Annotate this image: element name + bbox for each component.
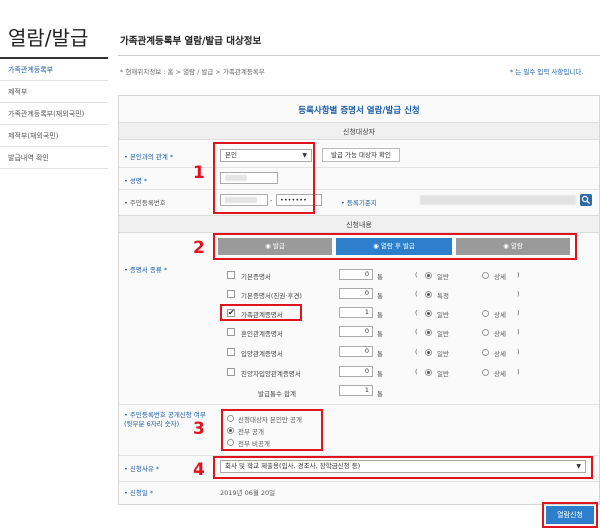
- opt-detail: 상세: [494, 273, 506, 281]
- opt-general: 일반: [437, 370, 449, 378]
- sidebar-item-family-register-overseas[interactable]: 가족관계등록부(재외국민): [0, 103, 108, 125]
- unit: 통: [377, 330, 383, 338]
- date-label: • 신청일 *: [124, 489, 154, 497]
- cert-name: 친양자입양관계증명서: [241, 370, 301, 378]
- radio-detail[interactable]: [482, 349, 489, 356]
- cert-row: 기본증명서(친권·후견) 0 통 ( 특정 ): [227, 288, 597, 302]
- cert-row: 친양자입양관계증명서 0 통 ( 일반 상세 ): [227, 366, 597, 380]
- highlight-box-1: [213, 142, 315, 214]
- unit: 통: [377, 292, 383, 300]
- checkbox[interactable]: [227, 290, 235, 298]
- search-icon[interactable]: [580, 194, 592, 206]
- unit: 통: [377, 311, 383, 319]
- count-field[interactable]: 0: [339, 288, 373, 299]
- marker-2: 2: [193, 238, 205, 258]
- marker-4: 4: [193, 460, 205, 480]
- radio-detail[interactable]: [482, 310, 489, 317]
- cert-row: 기본증명서 0 통 ( 일반 상세 ): [227, 269, 597, 283]
- unit: 통: [377, 273, 383, 281]
- highlight-box-3: [221, 409, 323, 451]
- opt-general: 일반: [437, 311, 449, 319]
- total-unit: 통: [377, 390, 383, 398]
- count-field[interactable]: 1: [339, 307, 373, 318]
- section-content-header: 신청내용: [119, 215, 599, 233]
- row-divider: [119, 189, 599, 190]
- unit: 통: [377, 370, 383, 378]
- required-note: * 는 필수 입력 사항입니다.: [510, 68, 584, 76]
- page-title: 가족관계등록부 열람/발급 대상정보: [120, 36, 262, 47]
- total-field: 1: [339, 385, 373, 396]
- cert-row: 입양관계증명서 0 통 ( 일반 상세 ): [227, 346, 597, 360]
- relation-label: • 본인과의 관계 *: [124, 153, 174, 161]
- cert-name: 기본증명서: [241, 273, 271, 281]
- count-field[interactable]: 0: [339, 366, 373, 377]
- check-target-button[interactable]: 발급 가능 대상자 확인: [322, 148, 400, 162]
- cert-name: 기본증명서(친권·후견): [241, 292, 302, 300]
- radio-detail[interactable]: [482, 272, 489, 279]
- opt-detail: 상세: [494, 311, 506, 319]
- form-title: 등록사항별 증명서 열람/발급 신청: [298, 106, 420, 116]
- reg-base-label: • 등록기준지: [341, 199, 377, 207]
- opt-detail: 상세: [494, 370, 506, 378]
- checkbox[interactable]: [227, 368, 235, 376]
- radio-detail[interactable]: [482, 369, 489, 376]
- count-field[interactable]: 0: [339, 346, 373, 357]
- sidebar-title: 열람/발급: [8, 26, 89, 50]
- checkbox[interactable]: [227, 271, 235, 279]
- redacted-reg-base: [420, 195, 576, 205]
- row-divider: [119, 404, 599, 405]
- highlight-box-cert: [220, 304, 302, 321]
- highlight-box-submit: [542, 502, 598, 528]
- sidebar-item-removed-register-overseas[interactable]: 제적부(재외국민): [0, 125, 108, 147]
- radio-general[interactable]: [425, 310, 432, 317]
- opt-general: 일반: [437, 273, 449, 281]
- highlight-box-4: [213, 456, 593, 479]
- opt-detail: 상세: [494, 330, 506, 338]
- reason-label: • 신청사유 *: [124, 465, 160, 473]
- highlight-box-2: [213, 233, 577, 260]
- rrn-label: • 주민등록번호: [124, 199, 166, 207]
- marker-3: 3: [193, 419, 205, 439]
- header-divider: [118, 55, 600, 56]
- radio-general[interactable]: [425, 272, 432, 279]
- unit: 통: [377, 350, 383, 358]
- date-value: 2019년 06월 20일: [220, 489, 276, 497]
- radio-general[interactable]: [425, 349, 432, 356]
- marker-1: 1: [193, 163, 205, 183]
- sidebar-item-removed-register[interactable]: 제적부: [0, 81, 108, 103]
- total-label: 발급통수 합계: [258, 390, 296, 398]
- name-label: • 성명 *: [124, 177, 148, 185]
- section-target-header: 신청대상자: [119, 122, 599, 140]
- cert-type-label: • 증명서 종류 *: [124, 266, 168, 274]
- opt-specific: 특정: [437, 292, 449, 300]
- opt-general: 일반: [437, 330, 449, 338]
- cert-name: 혼인관계증명서: [241, 330, 283, 338]
- checkbox[interactable]: [227, 348, 235, 356]
- radio-general[interactable]: [425, 369, 432, 376]
- count-field[interactable]: 0: [339, 326, 373, 337]
- count-field[interactable]: 0: [339, 269, 373, 280]
- radio-specific[interactable]: [425, 291, 432, 298]
- radio-general[interactable]: [425, 329, 432, 336]
- cert-row: 혼인관계증명서 0 통 ( 일반 상세 ): [227, 326, 597, 340]
- sidebar-item-family-register[interactable]: 가족관계등록부: [0, 59, 108, 81]
- row-divider: [119, 481, 599, 482]
- cert-name: 입양관계증명서: [241, 350, 283, 358]
- radio-detail[interactable]: [482, 329, 489, 336]
- breadcrumb: * 현재위치정보 : 홈 > 열람 / 발급 > 가족관계등록부: [120, 68, 265, 76]
- row-divider: [119, 167, 599, 168]
- opt-general: 일반: [437, 350, 449, 358]
- sidebar-item-issue-history[interactable]: 발급내역 확인: [0, 147, 108, 169]
- checkbox[interactable]: [227, 328, 235, 336]
- opt-detail: 상세: [494, 350, 506, 358]
